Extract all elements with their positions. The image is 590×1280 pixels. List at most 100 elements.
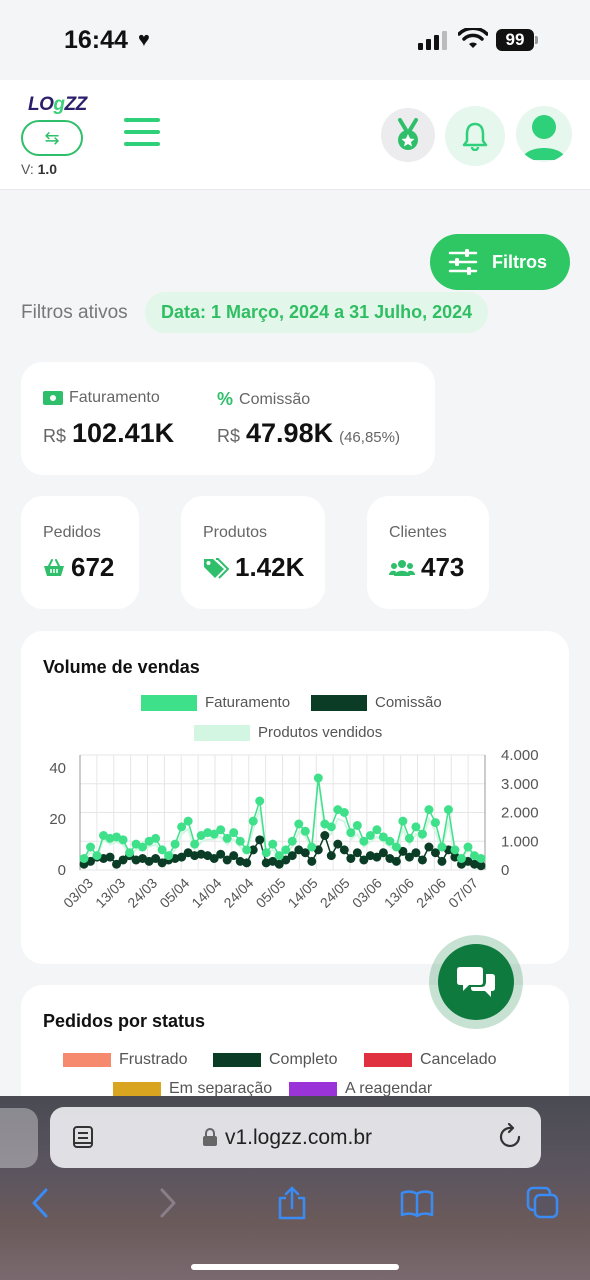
notifications-button[interactable] — [445, 106, 505, 166]
data-point-faturamento — [287, 836, 297, 846]
app-header: LOgZZ ⇆ V: 1.0 — [0, 80, 590, 190]
user-avatar[interactable] — [516, 106, 572, 162]
battery-level: 99 — [496, 29, 534, 51]
x-tick-label: 05/05 — [253, 875, 289, 911]
data-point-faturamento — [313, 773, 323, 783]
status-chart-title: Pedidos por status — [43, 1011, 206, 1031]
status-legend-item[interactable]: Frustrado — [63, 1051, 187, 1069]
clients-card: Clientes 473 — [367, 496, 489, 609]
data-point-faturamento — [255, 796, 265, 806]
status-legend-item[interactable]: Cancelado — [364, 1051, 497, 1069]
data-point-faturamento — [190, 839, 200, 849]
wifi-icon — [458, 28, 488, 48]
sales-volume-chart[interactable]: 0204001.0002.0003.0004.00003/0313/0324/0… — [21, 631, 569, 964]
data-point-faturamento — [242, 845, 252, 855]
tags-icon — [204, 557, 229, 579]
data-point-comissao — [255, 835, 265, 845]
user-icon — [522, 115, 566, 160]
data-point-faturamento — [170, 839, 180, 849]
data-point-faturamento — [372, 825, 382, 835]
legend-swatch — [213, 1053, 261, 1067]
previous-tab-preview[interactable] — [0, 1108, 38, 1168]
percent-icon: % — [217, 389, 234, 409]
date-filter-chip[interactable]: Data: 1 Março, 2024 a 31 Julho, 2024 — [145, 292, 489, 333]
tabs-icon[interactable] — [526, 1186, 560, 1220]
status-legend-item[interactable]: Completo — [213, 1051, 337, 1069]
data-point-comissao — [352, 848, 362, 858]
x-tick-label: 13/06 — [381, 875, 417, 911]
data-point-faturamento — [437, 842, 447, 852]
data-point-faturamento — [417, 829, 427, 839]
sales-volume-card: Volume de vendas Faturamento Comissão Pr… — [21, 631, 569, 964]
basket-icon — [44, 558, 64, 576]
bell-icon — [462, 122, 488, 151]
commission-percent: (46,85%) — [339, 429, 400, 446]
data-point-faturamento — [151, 833, 161, 843]
data-point-faturamento — [450, 845, 460, 855]
data-point-faturamento — [443, 805, 453, 815]
home-indicator — [191, 1264, 399, 1270]
battery-icon: 99 — [496, 29, 538, 51]
legend-swatch — [364, 1053, 412, 1067]
data-point-faturamento — [430, 818, 440, 828]
data-point-comissao — [307, 856, 317, 866]
products-value: 1.42K — [203, 552, 304, 583]
revenue-value: R$ 102.41K — [43, 418, 175, 448]
data-point-faturamento — [346, 828, 356, 838]
data-point-faturamento — [476, 854, 486, 863]
y-right-tick-label: 3.000 — [501, 776, 539, 793]
data-point-faturamento — [86, 842, 96, 852]
data-point-faturamento — [463, 842, 473, 852]
menu-button[interactable] — [124, 118, 160, 150]
data-point-faturamento — [92, 851, 102, 861]
data-point-comissao — [411, 848, 421, 858]
swap-arrows-icon: ⇆ — [44, 127, 60, 148]
url-text: v1.logzz.com.br — [225, 1126, 373, 1149]
x-tick-label: 03/03 — [60, 875, 96, 911]
x-tick-label: 05/04 — [156, 875, 192, 911]
legend-swatch — [63, 1053, 111, 1067]
data-point-faturamento — [183, 816, 193, 826]
chat-button[interactable] — [429, 935, 523, 1029]
back-icon[interactable] — [24, 1186, 58, 1220]
revenue-commission-card: Faturamento R$ 102.41K % Comissão R$ 47.98… — [21, 362, 435, 475]
data-point-faturamento — [326, 822, 336, 832]
y-left-tick-label: 0 — [58, 862, 66, 879]
address-bar[interactable]: v1.logzz.com.br — [50, 1107, 541, 1168]
filters-button[interactable]: Filtros — [430, 234, 570, 290]
data-point-comissao — [391, 856, 401, 866]
data-point-comissao — [242, 858, 252, 868]
users-icon — [389, 559, 415, 576]
forward-icon[interactable] — [150, 1186, 184, 1220]
y-left-tick-label: 20 — [49, 811, 66, 828]
data-point-faturamento — [216, 825, 226, 835]
share-icon[interactable] — [275, 1186, 309, 1220]
money-icon — [43, 391, 63, 405]
bookmarks-icon[interactable] — [400, 1186, 434, 1220]
active-filters-label: Filtros ativos — [21, 302, 128, 323]
achievements-button[interactable] — [381, 108, 435, 162]
x-tick-label: 13/03 — [92, 875, 128, 911]
menu-icon — [124, 118, 160, 122]
switch-account-button[interactable]: ⇆ — [21, 120, 83, 156]
clients-label: Clientes — [389, 524, 447, 541]
reload-icon[interactable] — [498, 1123, 524, 1151]
data-point-faturamento — [229, 828, 239, 838]
legend-swatch — [289, 1082, 337, 1096]
browser-toolbar: v1.logzz.com.br — [0, 1096, 590, 1280]
products-card: Produtos 1.42K — [181, 496, 325, 609]
cellular-signal-icon — [418, 31, 447, 50]
logzz-logo[interactable]: LOgZZ — [28, 94, 87, 116]
x-tick-label: 24/05 — [317, 875, 353, 911]
legend-swatch — [113, 1082, 161, 1096]
medal-icon — [398, 118, 418, 150]
commission-value: R$ 47.98K (46,85%) — [217, 418, 400, 448]
x-tick-label: 14/05 — [285, 875, 321, 911]
y-right-tick-label: 0 — [501, 862, 509, 879]
data-point-comissao — [320, 831, 330, 840]
x-tick-label: 24/04 — [220, 875, 256, 911]
data-point-faturamento — [391, 842, 401, 852]
page-menu-icon[interactable] — [72, 1125, 96, 1151]
data-point-faturamento — [424, 805, 434, 815]
filters-button-label: Filtros — [492, 251, 548, 272]
